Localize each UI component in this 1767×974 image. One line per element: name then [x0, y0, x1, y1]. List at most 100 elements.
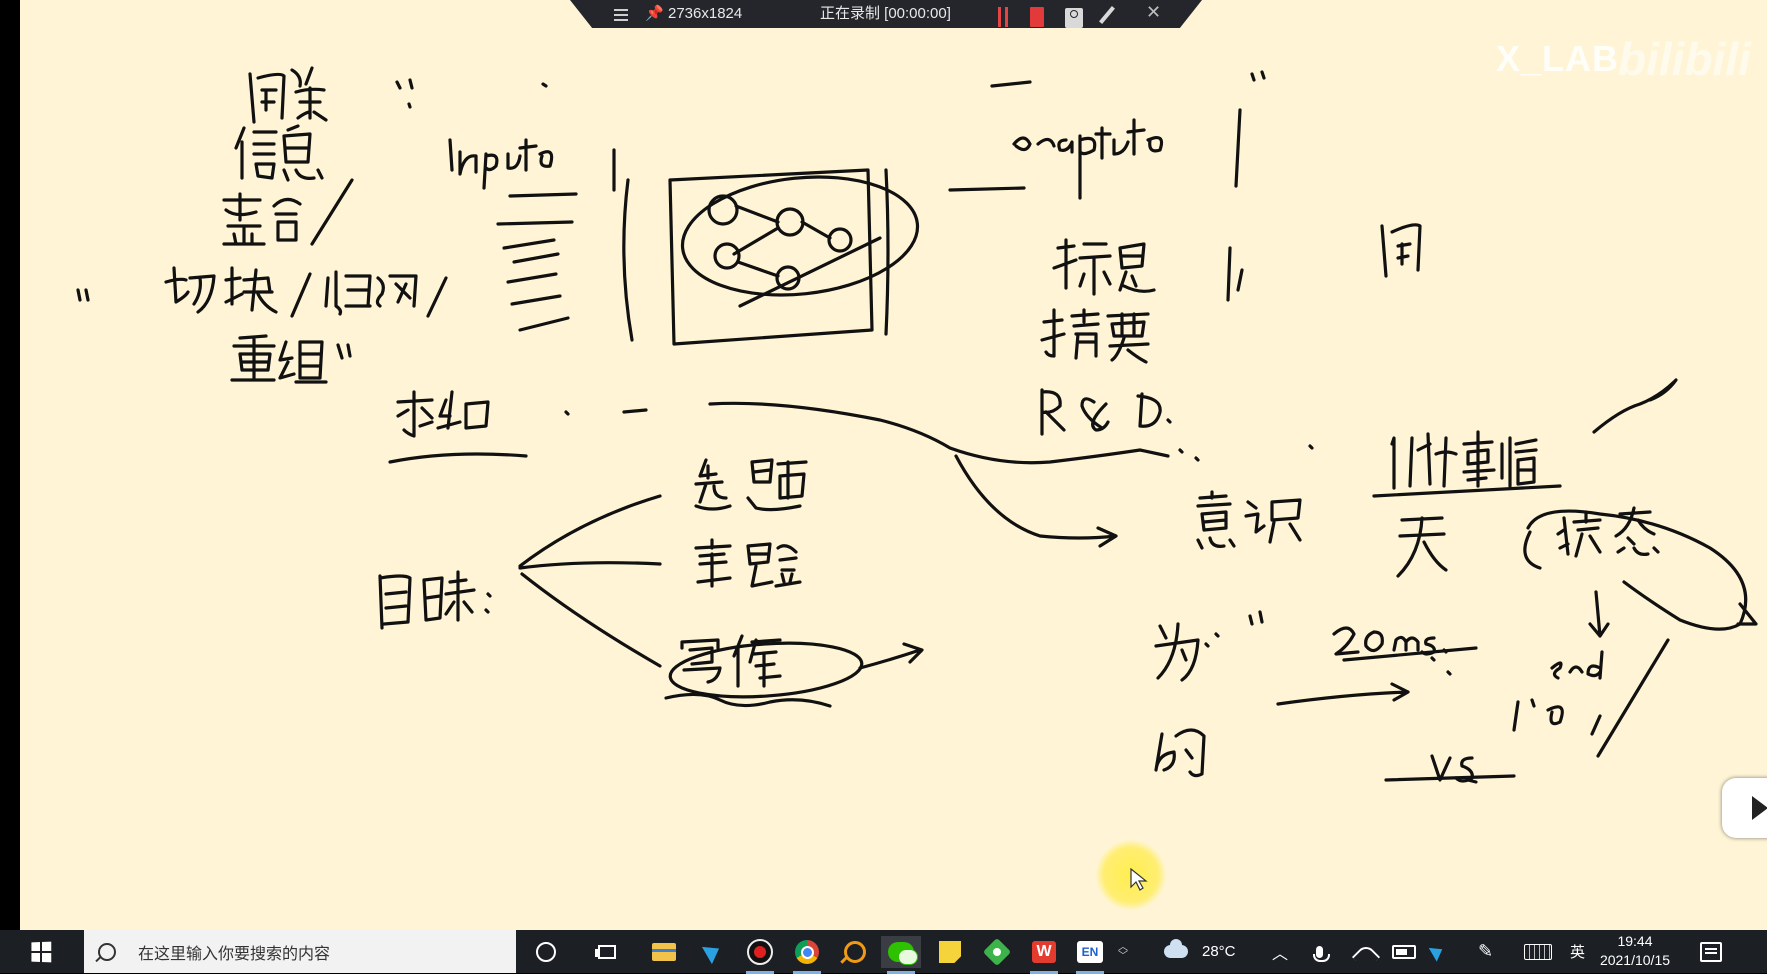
ink-tian — [1396, 516, 1448, 578]
cortana-icon[interactable] — [526, 936, 566, 968]
recording-resolution: 2736x1824 — [668, 5, 743, 22]
ink-output-dash — [948, 70, 1266, 192]
telegram-tray-icon[interactable] — [1428, 930, 1447, 973]
file-explorer-icon[interactable] — [644, 936, 684, 968]
pin-icon[interactable]: 📌 — [645, 4, 664, 24]
close-icon[interactable]: ✕ — [1146, 2, 1161, 22]
ink-xuanti — [694, 458, 808, 512]
ink-20ms-arrow — [1276, 682, 1410, 706]
handwriting-layer — [76, 66, 1758, 784]
ink-branch-up — [518, 494, 662, 568]
ink-wen — [1380, 223, 1422, 278]
ink-mubiao — [378, 570, 492, 630]
ink-event — [1390, 430, 1538, 490]
ink-event-underline — [1372, 484, 1562, 498]
floating-play-widget[interactable] — [1722, 778, 1767, 838]
ink-input — [448, 138, 554, 190]
cloud-icon — [1164, 939, 1188, 958]
wps-icon[interactable]: W — [1024, 936, 1064, 974]
bilibili-logo: bilibili — [1618, 33, 1751, 85]
tray-chevron-up-icon[interactable]: ︿ — [1272, 930, 1288, 973]
ink-wenti — [248, 66, 328, 124]
ink-quote-1 — [76, 288, 90, 302]
ink-biaoti — [1052, 238, 1156, 296]
green-app-icon[interactable] — [977, 936, 1017, 968]
ink-quote-3 — [395, 78, 414, 90]
search-tool-icon[interactable] — [835, 936, 875, 968]
ink-end — [1550, 650, 1604, 680]
ink-dots — [407, 82, 548, 109]
wifi-icon[interactable] — [1351, 930, 1381, 973]
sticky-notes-icon[interactable] — [930, 936, 970, 968]
play-icon — [1752, 796, 1767, 820]
ink-qiekuai — [164, 266, 448, 318]
en-input-icon[interactable]: EN — [1070, 936, 1110, 974]
ink-de — [1154, 728, 1206, 778]
ink-arrow-to-yishi — [954, 454, 1118, 548]
ime-indicator[interactable]: 英 — [1570, 930, 1585, 973]
ink-end-marks — [1512, 698, 1602, 736]
pen-tray-icon[interactable]: ✎ — [1478, 930, 1493, 973]
watermark-lab: X_LAB — [1496, 38, 1620, 79]
screen: X_LAB bilibili 📌 2736x1824 正在录制 [00:00:0… — [0, 0, 1767, 974]
ink-shiyan — [694, 538, 802, 588]
ink-20ms — [1332, 626, 1448, 656]
recorder-icon[interactable] — [740, 936, 780, 974]
touch-keyboard-icon[interactable] — [1524, 930, 1552, 973]
wechat-icon[interactable] — [881, 936, 921, 974]
microphone-icon[interactable] — [1313, 930, 1330, 973]
ink-underline-qiuzhi — [388, 452, 528, 464]
taskbar-search-box[interactable]: 在这里输入你要搜索的内容 — [84, 930, 516, 973]
ink-branch-mid — [518, 561, 662, 570]
ink-zhaiyao — [1040, 308, 1150, 364]
ink-wei — [1154, 622, 1220, 682]
ink-output — [1012, 118, 1164, 200]
clock-date: 2021/10/15 — [1599, 952, 1671, 968]
menu-icon[interactable] — [614, 6, 628, 26]
ink-dot-misc — [1430, 656, 1452, 676]
search-placeholder: 在这里输入你要搜索的内容 — [138, 943, 331, 963]
task-view-icon[interactable] — [587, 936, 627, 968]
pause-icon[interactable] — [998, 7, 1008, 27]
weather-widget[interactable]: 28°C — [1164, 930, 1236, 973]
ink-dashes-mid — [564, 408, 648, 416]
search-icon — [98, 942, 116, 961]
ink-20ms-underline — [1342, 646, 1478, 662]
ink-rd — [1040, 388, 1172, 436]
ink-xiezuo-arrow — [858, 642, 924, 670]
ink-bracket-right — [1226, 108, 1244, 302]
start-button[interactable] — [0, 930, 82, 973]
telegram-icon[interactable] — [693, 936, 733, 968]
ink-state-loop — [1523, 509, 1758, 631]
ink-quote-2 — [336, 343, 352, 360]
ink-branch-down — [520, 572, 662, 668]
screenshot-camera-icon[interactable] — [1065, 8, 1083, 28]
ink-box-right-line — [884, 168, 890, 336]
pen-icon[interactable] — [1099, 6, 1115, 24]
ink-qiuzhi — [396, 390, 490, 438]
clock-time: 19:44 — [1617, 933, 1653, 949]
ink-state-arrow-down — [1588, 590, 1610, 638]
ink-input-lines — [496, 192, 578, 332]
ink-squiggle — [1592, 378, 1678, 434]
ink-yishi — [1196, 490, 1302, 550]
ink-slash-right — [1596, 638, 1670, 758]
battery-icon[interactable] — [1392, 930, 1416, 973]
weather-temp: 28°C — [1202, 943, 1236, 960]
ink-chongzu — [230, 334, 328, 384]
ink-quote-wei — [1248, 610, 1264, 626]
ink-zhenghe — [222, 178, 354, 246]
taskbar-overflow-chevron-icon[interactable]: ︿ ﹀ — [1110, 936, 1136, 968]
ink-vs-underline — [1384, 774, 1516, 784]
ink-bracket-left — [612, 148, 634, 342]
recording-status: 正在录制 [00:00:00] — [820, 5, 951, 22]
ink-xinxi — [234, 124, 324, 182]
mouse-cursor-icon — [1130, 868, 1148, 891]
notification-center-icon[interactable] — [1700, 930, 1722, 973]
taskbar-clock[interactable]: 19:44 2021/10/15 — [1595, 932, 1675, 970]
windows-logo-icon — [31, 941, 52, 962]
chrome-icon[interactable] — [787, 936, 827, 974]
whiteboard-canvas[interactable]: X_LAB bilibili — [20, 0, 1767, 930]
windows-taskbar: 在这里输入你要搜索的内容 W EN ︿ ﹀ 28°C ︿ ✎ 英 19:44 20… — [0, 930, 1767, 974]
stop-icon[interactable] — [1030, 7, 1044, 27]
